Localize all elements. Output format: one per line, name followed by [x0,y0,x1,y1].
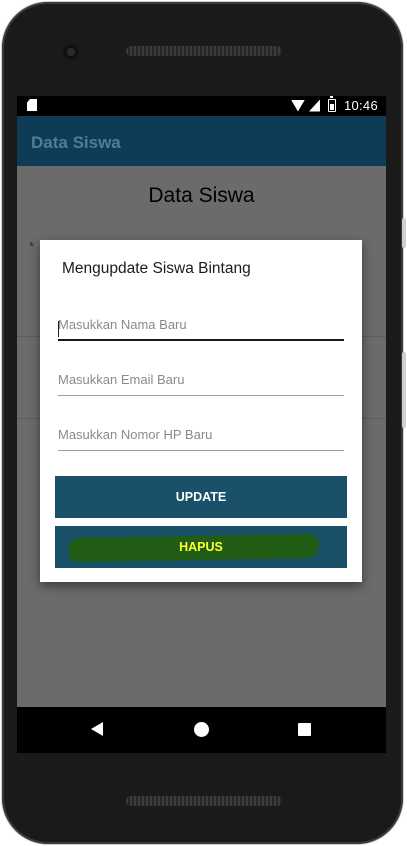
delete-button-label: HAPUS [179,540,223,554]
update-button[interactable]: UPDATE [55,476,347,518]
text-cursor [58,321,59,337]
home-icon[interactable] [194,722,209,737]
back-icon[interactable] [91,722,103,736]
name-input[interactable] [58,313,344,341]
power-button [402,218,406,248]
front-camera [63,44,79,60]
status-time: 10:46 [343,98,378,113]
screen: 10:46 Data Siswa Data Siswa * Mengupdate… [17,96,386,707]
recents-icon[interactable] [298,723,311,736]
status-bar: 10:46 [17,96,386,116]
volume-button [402,352,406,428]
page-heading: Data Siswa [148,184,255,207]
battery-icon [327,96,336,112]
sd-card-icon [27,99,37,111]
email-input[interactable] [58,368,344,396]
delete-button[interactable]: HAPUS [55,526,347,568]
signal-icon [308,99,320,112]
app-title: Data Siswa [31,133,121,152]
app-bar: Data Siswa [17,116,386,166]
dialog-title: Mengupdate Siswa Bintang [62,260,251,277]
top-speaker [126,46,282,56]
required-marker: * [29,239,35,254]
navigation-bar [17,707,386,753]
update-dialog: Mengupdate Siswa Bintang UPDATE HAPUS [40,240,362,582]
phone-input[interactable] [58,423,344,451]
update-button-label: UPDATE [175,490,227,504]
wifi-icon [290,99,305,112]
bottom-speaker [126,796,282,806]
